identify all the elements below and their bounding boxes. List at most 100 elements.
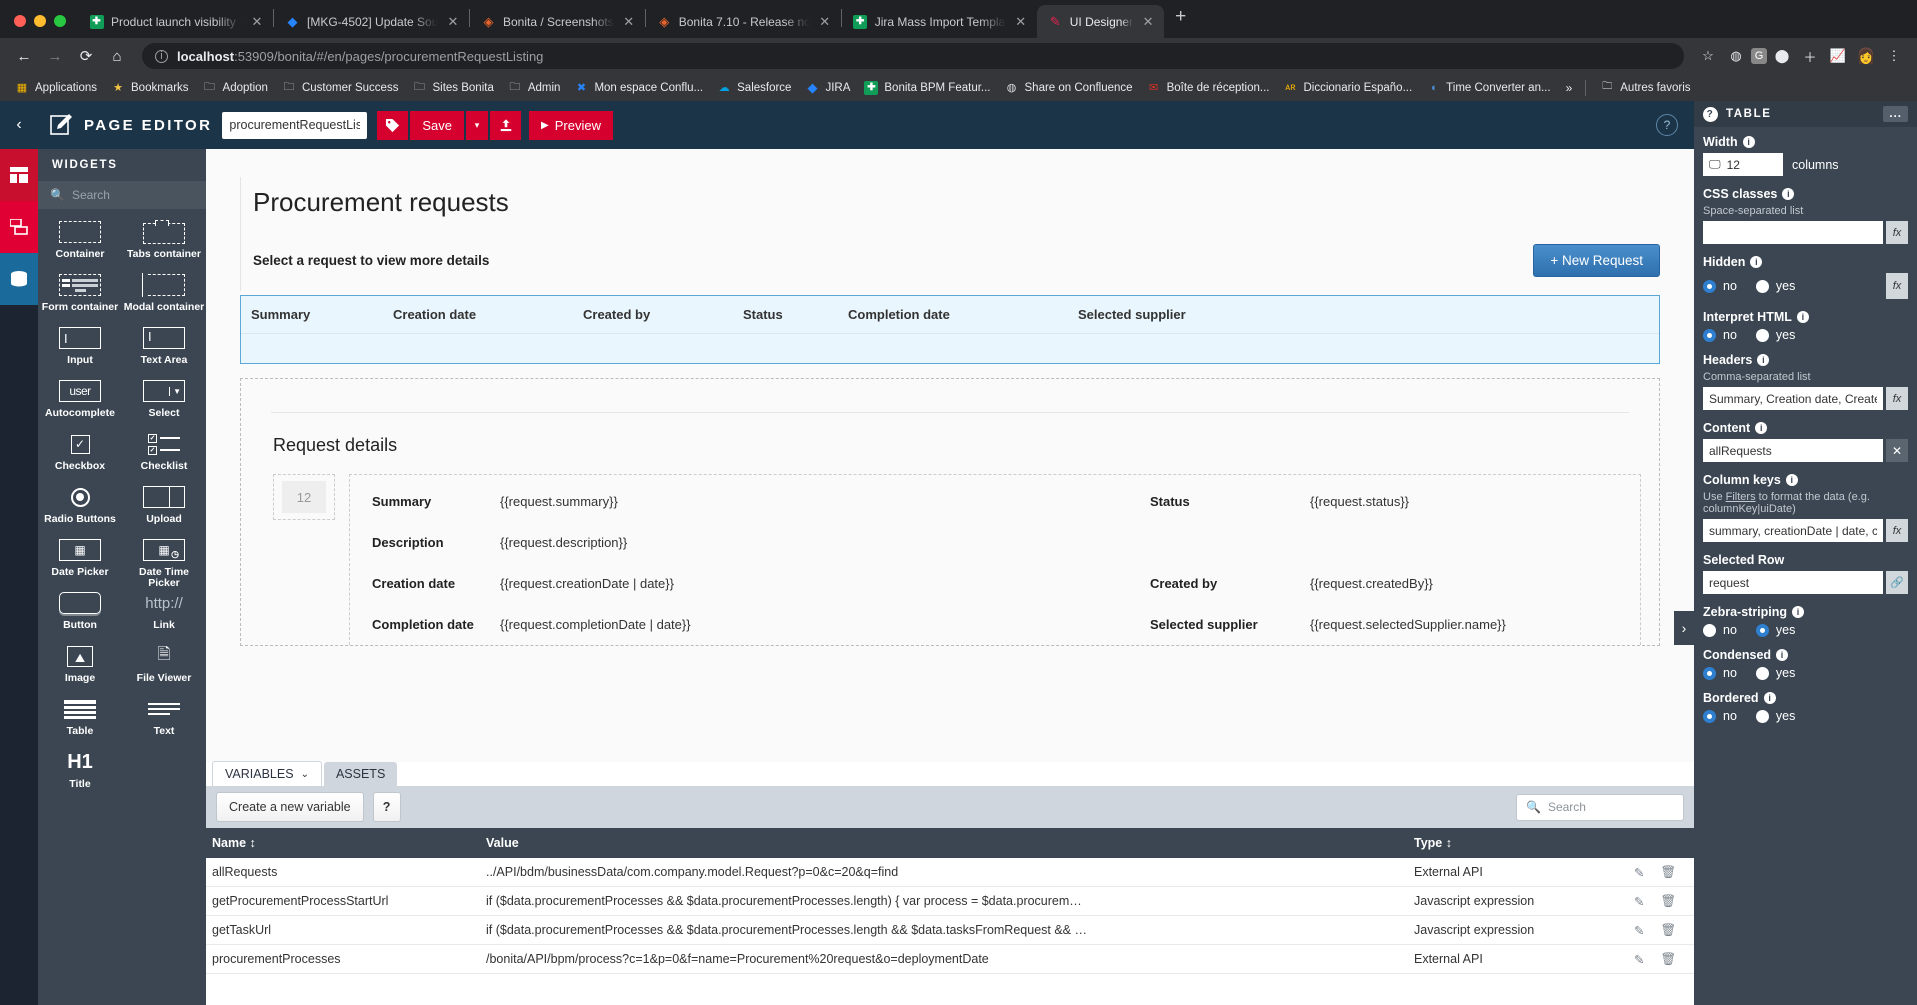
preview-button[interactable]: ▶ Preview <box>529 111 613 140</box>
expression-button[interactable]: fx <box>1886 519 1908 542</box>
widget-autocomplete[interactable]: userAutocomplete <box>38 378 122 431</box>
save-dropdown-button[interactable]: ▾ <box>466 111 488 140</box>
details-number-box[interactable]: 12 <box>273 474 335 520</box>
reload-icon[interactable]: ⟳ <box>72 42 100 70</box>
back-icon[interactable]: ← <box>10 42 38 70</box>
widget-file-viewer[interactable]: 🗎File Viewer <box>122 643 206 696</box>
chevron-down-icon[interactable]: ⌄ <box>301 769 309 780</box>
info-icon[interactable]: i <box>1764 692 1776 704</box>
browser-menu-icon[interactable]: ⋮ <box>1881 43 1907 69</box>
property-radio-group[interactable]: noyes <box>1703 666 1908 680</box>
property-radio-group[interactable]: noyes <box>1703 623 1908 637</box>
rail-item-data[interactable] <box>0 253 38 305</box>
selected_row-input[interactable] <box>1703 571 1883 594</box>
back-to-portal-button[interactable]: ‹ <box>0 101 38 149</box>
expression-button[interactable]: fx <box>1886 273 1908 299</box>
expression-button[interactable]: fx <box>1886 387 1908 410</box>
home-icon[interactable]: ⌂ <box>103 42 131 70</box>
filters-link[interactable]: Filters <box>1726 491 1756 503</box>
widget-image[interactable]: ⛰Image <box>38 643 122 696</box>
pin-icon[interactable]: ⬤ <box>1769 43 1795 69</box>
minimize-window-button[interactable] <box>34 15 46 27</box>
window-controls[interactable] <box>8 15 78 38</box>
close-tab-icon[interactable]: ✕ <box>445 14 461 30</box>
widget-tabs-container[interactable]: Tabs container <box>122 219 206 272</box>
radio-no[interactable] <box>1703 667 1716 680</box>
widget-radio-buttons[interactable]: Radio Buttons <box>38 484 122 537</box>
info-icon[interactable]: i <box>1743 136 1755 148</box>
widget-date-picker[interactable]: ▦Date Picker <box>38 537 122 590</box>
widget-checkbox[interactable]: ✓Checkbox <box>38 431 122 484</box>
bookmark-item[interactable]: 🗀Adoption <box>196 78 275 97</box>
headers-input[interactable] <box>1703 387 1883 410</box>
new-request-button[interactable]: + New Request <box>1533 244 1660 277</box>
browser-tab[interactable]: ◆[MKG-4502] Update Sourceforge✕ <box>274 5 469 38</box>
trash-icon[interactable]: 🗑 <box>1660 923 1676 938</box>
bookmark-item[interactable]: ☁Salesforce <box>710 78 798 97</box>
radio-yes[interactable] <box>1756 280 1769 293</box>
plus-extension-icon[interactable]: ＋ <box>1797 43 1823 69</box>
close-tab-icon[interactable]: ✕ <box>817 14 833 30</box>
info-icon[interactable]: i <box>1792 606 1804 618</box>
radio-yes[interactable] <box>1756 710 1769 723</box>
variables-search-input[interactable]: 🔍 Search <box>1516 794 1684 821</box>
new-tab-button[interactable]: + <box>1164 6 1197 33</box>
avatar[interactable]: 👩 <box>1853 43 1879 69</box>
widget-select[interactable]: ▼Select <box>122 378 206 431</box>
info-icon[interactable]: i <box>1797 311 1809 323</box>
bookmarks-overflow-button[interactable]: » <box>1560 81 1579 95</box>
create-variable-button[interactable]: Create a new variable <box>216 792 364 822</box>
bookmark-other-favorites[interactable]: 🗀 Autres favoris <box>1593 78 1697 97</box>
css-input[interactable] <box>1703 221 1883 244</box>
close-window-button[interactable] <box>14 15 26 27</box>
close-tab-icon[interactable]: ✕ <box>249 14 265 30</box>
widget-button[interactable]: Button <box>38 590 122 643</box>
widget-title[interactable]: H1Title <box>38 749 122 802</box>
pencil-icon[interactable]: ✎ <box>1634 952 1644 967</box>
tag-button[interactable] <box>377 111 408 140</box>
save-button[interactable]: Save <box>410 111 464 140</box>
widget-modal-container[interactable]: Modal container <box>122 272 206 325</box>
widget-table[interactable]: Table <box>38 696 122 749</box>
grammarly-icon[interactable]: G <box>1751 48 1767 64</box>
info-icon[interactable]: i <box>1755 422 1767 434</box>
expression-button[interactable]: fx <box>1886 221 1908 244</box>
collapse-panel-button[interactable]: › <box>1674 611 1694 645</box>
widget-form-container[interactable]: Form container <box>38 272 122 325</box>
rail-item-widgets[interactable] <box>0 201 38 253</box>
bookmark-item[interactable]: ◆JIRA <box>798 78 857 97</box>
radio-no[interactable] <box>1703 280 1716 293</box>
info-icon[interactable]: i <box>1776 649 1788 661</box>
trash-icon[interactable]: 🗑 <box>1660 865 1676 880</box>
close-tab-icon[interactable]: ✕ <box>621 14 637 30</box>
widget-date-time-picker[interactable]: ▦◷Date Time Picker <box>122 537 206 590</box>
radio-no[interactable] <box>1703 624 1716 637</box>
radio-no[interactable] <box>1703 329 1716 342</box>
help-button[interactable]: ? <box>1656 114 1678 136</box>
info-icon[interactable]: i <box>1750 256 1762 268</box>
page-name-input[interactable] <box>222 112 367 139</box>
maximize-window-button[interactable] <box>54 15 66 27</box>
help-icon[interactable]: ? <box>1703 107 1718 122</box>
property-radio-group[interactable]: noyes <box>1703 328 1908 342</box>
widget-search-input[interactable]: 🔍 Search <box>38 181 206 209</box>
close-tab-icon[interactable]: ✕ <box>1013 14 1029 30</box>
bookmark-item[interactable]: ᴀʀDiccionario Españo... <box>1277 78 1420 97</box>
browser-tab[interactable]: ◈Bonita / Screenshots✕ <box>470 5 645 38</box>
address-bar[interactable]: i localhost:53909/bonita/#/en/pages/proc… <box>142 43 1684 69</box>
link-icon[interactable]: 🔗 <box>1886 571 1908 594</box>
variables-tab-variables[interactable]: VARIABLES⌄ <box>212 761 322 786</box>
bookmark-item[interactable]: 🗀Admin <box>501 78 568 97</box>
trash-icon[interactable]: 🗑 <box>1660 952 1676 967</box>
property-radio-group[interactable]: noyesfx <box>1703 273 1908 299</box>
sort-icon[interactable]: ↕ <box>250 836 256 850</box>
bookmark-item[interactable]: ✚Bonita BPM Featur... <box>857 78 997 97</box>
pencil-icon[interactable]: ✎ <box>1634 923 1644 938</box>
properties-menu-icon[interactable]: ... <box>1883 106 1908 122</box>
close-tab-icon[interactable]: ✕ <box>1140 14 1156 30</box>
pencil-icon[interactable]: ✎ <box>1634 894 1644 909</box>
bookmark-star-icon[interactable]: ☆ <box>1695 43 1721 69</box>
column-header-type[interactable]: Type ↕ <box>1414 836 1634 850</box>
table-row[interactable]: allRequests../API/bdm/businessData/com.c… <box>206 858 1694 887</box>
info-icon[interactable]: i <box>1782 188 1794 200</box>
